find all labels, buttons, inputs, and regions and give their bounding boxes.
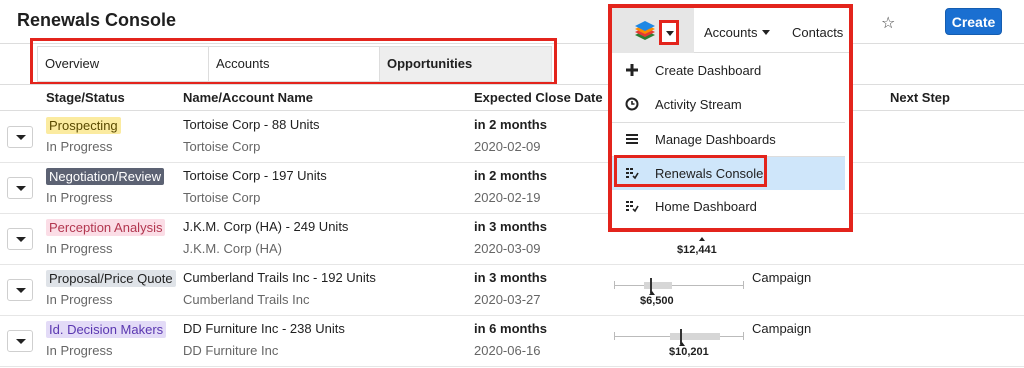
stage-badge: Perception Analysis	[46, 219, 166, 236]
opportunity-name[interactable]: Tortoise Corp - 88 Units	[183, 117, 320, 132]
table-row: Perception Analysis In Progress J.K.M. C…	[0, 214, 1024, 265]
renewals-highlight	[614, 155, 767, 187]
row-actions-button[interactable]	[7, 228, 33, 250]
table-row: Prospecting In Progress Tortoise Corp - …	[0, 112, 1024, 163]
column-next-step[interactable]: Next Step	[890, 90, 950, 105]
status-text: In Progress	[46, 190, 113, 205]
table-row: Negotiation/Review In Progress Tortoise …	[0, 163, 1024, 214]
account-name[interactable]: Cumberland Trails Inc	[183, 292, 309, 307]
close-date: 2020-02-19	[474, 190, 541, 205]
menu-item-activity-stream[interactable]: Activity Stream	[612, 88, 845, 122]
close-relative: in 6 months	[474, 321, 547, 336]
row-actions-button[interactable]	[7, 126, 33, 148]
row-actions-button[interactable]	[7, 279, 33, 301]
star-icon[interactable]: ☆	[881, 13, 895, 33]
nav-contacts[interactable]: Contacts	[792, 25, 843, 40]
column-name[interactable]: Name/Account Name	[183, 90, 313, 105]
home-dropdown-toggle[interactable]	[659, 20, 679, 45]
table-header: Stage/Status Name/Account Name Expected …	[0, 84, 1024, 111]
dashboard-icon	[626, 201, 639, 213]
stage-badge: Negotiation/Review	[46, 168, 165, 185]
close-date: 2020-03-09	[474, 241, 541, 256]
close-relative: in 2 months	[474, 117, 547, 132]
close-date: 2020-02-09	[474, 139, 541, 154]
amount-label: $12,441	[677, 244, 717, 256]
column-stage-status[interactable]: Stage/Status	[46, 90, 125, 105]
page-title: Renewals Console	[17, 10, 177, 30]
status-text: In Progress	[46, 139, 113, 154]
row-actions-button[interactable]	[7, 330, 33, 352]
opportunity-name[interactable]: J.K.M. Corp (HA) - 249 Units	[183, 219, 348, 234]
column-expected-close[interactable]: Expected Close Date	[474, 90, 603, 105]
account-name[interactable]: DD Furniture Inc	[183, 343, 278, 358]
table-row: Id. Decision Makers In Progress DD Furni…	[0, 316, 1024, 367]
close-date: 2020-03-27	[474, 292, 541, 307]
stage-badge: Proposal/Price Quote	[46, 270, 176, 287]
amount-label: $10,201	[669, 346, 709, 358]
close-relative: in 3 months	[474, 219, 547, 234]
next-step: Campaign	[752, 270, 812, 285]
stage-badge: Id. Decision Makers	[46, 321, 167, 338]
tab-accounts[interactable]: Accounts	[209, 47, 380, 81]
account-name[interactable]: Tortoise Corp	[183, 190, 260, 205]
menu-item-manage-dashboards[interactable]: Manage Dashboards	[612, 122, 845, 156]
clock-icon	[625, 97, 639, 111]
amount-range-chart	[614, 277, 744, 295]
tab-opportunities[interactable]: Opportunities	[380, 47, 551, 81]
next-step: Campaign	[752, 321, 812, 336]
status-text: In Progress	[46, 241, 113, 256]
amount-range-chart	[614, 328, 744, 346]
create-button[interactable]: Create	[945, 8, 1002, 35]
close-date: 2020-06-16	[474, 343, 541, 358]
plus-icon	[626, 64, 638, 76]
tab-overview[interactable]: Overview	[38, 47, 209, 81]
chevron-down-icon[interactable]	[762, 30, 770, 35]
amount-label: $6,500	[640, 295, 674, 307]
row-actions-button[interactable]	[7, 177, 33, 199]
layers-icon[interactable]	[632, 21, 658, 43]
nav-accounts[interactable]: Accounts	[704, 25, 757, 40]
table-row: Proposal/Price Quote In Progress Cumberl…	[0, 265, 1024, 316]
opportunity-name[interactable]: Cumberland Trails Inc - 192 Units	[183, 270, 376, 285]
list-icon	[626, 134, 638, 144]
status-text: In Progress	[46, 292, 113, 307]
opportunity-name[interactable]: Tortoise Corp - 197 Units	[183, 168, 327, 183]
status-text: In Progress	[46, 343, 113, 358]
close-relative: in 3 months	[474, 270, 547, 285]
dashboard-tabs: Overview Accounts Opportunities	[37, 46, 552, 82]
menu-item-create-dashboard[interactable]: Create Dashboard	[612, 54, 845, 88]
stage-badge: Prospecting	[46, 117, 121, 134]
menu-item-home-dashboard[interactable]: Home Dashboard	[612, 190, 845, 224]
account-name[interactable]: Tortoise Corp	[183, 139, 260, 154]
account-name[interactable]: J.K.M. Corp (HA)	[183, 241, 282, 256]
opportunity-name[interactable]: DD Furniture Inc - 238 Units	[183, 321, 345, 336]
close-relative: in 2 months	[474, 168, 547, 183]
